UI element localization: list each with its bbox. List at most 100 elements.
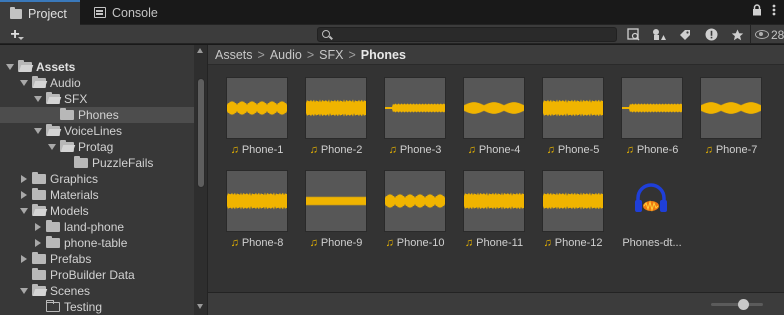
expand-arrow-down-icon[interactable]: [19, 206, 29, 216]
tree-item-prefabs[interactable]: Prefabs: [0, 251, 194, 267]
breadcrumb: Assets > Audio > SFX > Phones: [208, 45, 784, 65]
folder-icon: [60, 108, 74, 120]
tree-item-label: Audio: [50, 76, 81, 90]
asset-item[interactable]: ♫ Phone-3: [376, 66, 450, 156]
expand-arrow-right-icon[interactable]: [19, 174, 29, 184]
folder-empty-icon: [46, 300, 60, 312]
asset-item[interactable]: ♫ Phone-4: [455, 66, 529, 156]
status-bar: [208, 292, 784, 315]
shapes-icon: [653, 29, 666, 40]
breadcrumb-item-audio[interactable]: Audio: [267, 48, 305, 62]
expand-arrow-right-icon[interactable]: [33, 238, 43, 248]
expand-arrow-down-icon[interactable]: [5, 62, 15, 72]
filter-by-label-button[interactable]: [672, 25, 698, 44]
tree-item-materials[interactable]: Materials: [0, 187, 194, 203]
tree-item-voicelines[interactable]: VoiceLines: [0, 123, 194, 139]
expand-arrow-down-icon[interactable]: [19, 78, 29, 88]
expand-arrow-right-icon[interactable]: [19, 190, 29, 200]
asset-item[interactable]: ♫ Phone-12: [534, 159, 608, 249]
favorites-button[interactable]: [724, 25, 750, 44]
scrollbar-thumb[interactable]: [197, 78, 205, 188]
audio-clip-icon: ♫: [309, 237, 318, 249]
asset-label: ♫ Phone-1: [218, 144, 296, 156]
asset-item[interactable]: ♫ Phone-8: [218, 159, 292, 249]
folder-icon: [32, 188, 46, 200]
tree-item-graphics[interactable]: Graphics: [0, 171, 194, 187]
tree-item-phones[interactable]: Phones: [0, 107, 194, 123]
asset-item[interactable]: ♫ Phone-2: [297, 66, 371, 156]
create-button[interactable]: +: [4, 26, 26, 43]
tab-console-label: Console: [112, 5, 158, 20]
tree-item-label: Graphics: [50, 172, 99, 186]
tree-item-assets[interactable]: Assets: [0, 59, 194, 75]
asset-name: Phone-1: [241, 144, 284, 156]
tree-item-testing[interactable]: Testing: [0, 299, 194, 315]
asset-item[interactable]: ♫ Phone-7: [692, 66, 766, 156]
scroll-down-icon[interactable]: [197, 304, 203, 309]
expand-arrow-down-icon[interactable]: [47, 142, 57, 152]
audio-waveform-thumbnail: [542, 170, 604, 232]
audio-waveform-thumbnail: [700, 77, 762, 139]
asset-label: ♫ Phone-7: [692, 144, 770, 156]
audio-waveform-thumbnail: [384, 77, 446, 139]
hidden-packages-toggle[interactable]: 28: [751, 28, 784, 42]
asset-label: ♫ Phone-4: [455, 144, 533, 156]
asset-name: Phone-7: [715, 144, 758, 156]
breadcrumb-item-assets[interactable]: Assets: [212, 48, 256, 62]
tree-item-puzzlefails[interactable]: PuzzleFails: [0, 155, 194, 171]
filter-by-importlog-button[interactable]: [698, 25, 724, 44]
asset-item[interactable]: ♫ Phone-1: [218, 66, 292, 156]
tab-console[interactable]: Console: [84, 0, 168, 25]
asset-name: Phone-8: [241, 237, 284, 249]
asset-item[interactable]: Phones-dt...: [613, 159, 687, 249]
expand-arrow-down-icon[interactable]: [19, 286, 29, 296]
tab-project[interactable]: Project: [0, 0, 80, 25]
search-input[interactable]: [334, 28, 614, 41]
asset-item[interactable]: ♫ Phone-6: [613, 66, 687, 156]
tree-item-protag[interactable]: Protag: [0, 139, 194, 155]
audio-clip-icon: ♫: [309, 144, 318, 156]
slider-handle[interactable]: [738, 299, 749, 310]
expand-arrow-right-icon[interactable]: [19, 254, 29, 264]
breadcrumb-item-phones[interactable]: Phones: [358, 48, 409, 62]
tree-item-probuilder-data[interactable]: ProBuilder Data: [0, 267, 194, 283]
tree-item-label: Assets: [36, 60, 76, 74]
audio-clip-icon: ♫: [546, 144, 555, 156]
expand-arrow-down-icon[interactable]: [33, 94, 43, 104]
search-field[interactable]: [317, 27, 617, 42]
tree-item-sfx[interactable]: SFX: [0, 91, 194, 107]
expand-arrow-down-icon[interactable]: [33, 126, 43, 136]
asset-label: ♫ Phone-10: [376, 237, 454, 249]
breadcrumb-item-sfx[interactable]: SFX: [316, 48, 346, 62]
asset-label: ♫ Phone-6: [613, 144, 691, 156]
more-options-icon[interactable]: [772, 4, 776, 16]
icon-size-slider[interactable]: [711, 299, 763, 310]
asset-name: Phone-3: [399, 144, 442, 156]
console-icon: [94, 7, 106, 18]
lock-icon[interactable]: [752, 4, 762, 16]
asset-item[interactable]: ♫ Phone-5: [534, 66, 608, 156]
tree-item-label: ProBuilder Data: [50, 268, 135, 282]
audio-mixer-icon: [633, 181, 669, 217]
tree-item-land-phone[interactable]: land-phone: [0, 219, 194, 235]
filter-by-type-button[interactable]: [646, 25, 672, 44]
chevron-right-icon: >: [306, 47, 315, 62]
tree-item-audio[interactable]: Audio: [0, 75, 194, 91]
chevron-right-icon: >: [348, 47, 356, 62]
asset-name: Phone-10: [396, 237, 445, 249]
tree-item-phone-table[interactable]: phone-table: [0, 235, 194, 251]
audio-waveform-thumbnail: [463, 170, 525, 232]
scroll-up-icon[interactable]: [197, 48, 203, 53]
search-by-type-button[interactable]: [620, 25, 646, 44]
tree-item-label: phone-table: [64, 236, 128, 250]
folder-open-icon: [18, 60, 32, 72]
tree-scrollbar[interactable]: [194, 45, 207, 315]
asset-item[interactable]: ♫ Phone-9: [297, 159, 371, 249]
asset-item[interactable]: ♫ Phone-10: [376, 159, 450, 249]
tree-item-models[interactable]: Models: [0, 203, 194, 219]
asset-item[interactable]: ♫ Phone-11: [455, 159, 529, 249]
tree-item-scenes[interactable]: Scenes: [0, 283, 194, 299]
expand-arrow-right-icon[interactable]: [33, 222, 43, 232]
audio-waveform-thumbnail: [542, 77, 604, 139]
